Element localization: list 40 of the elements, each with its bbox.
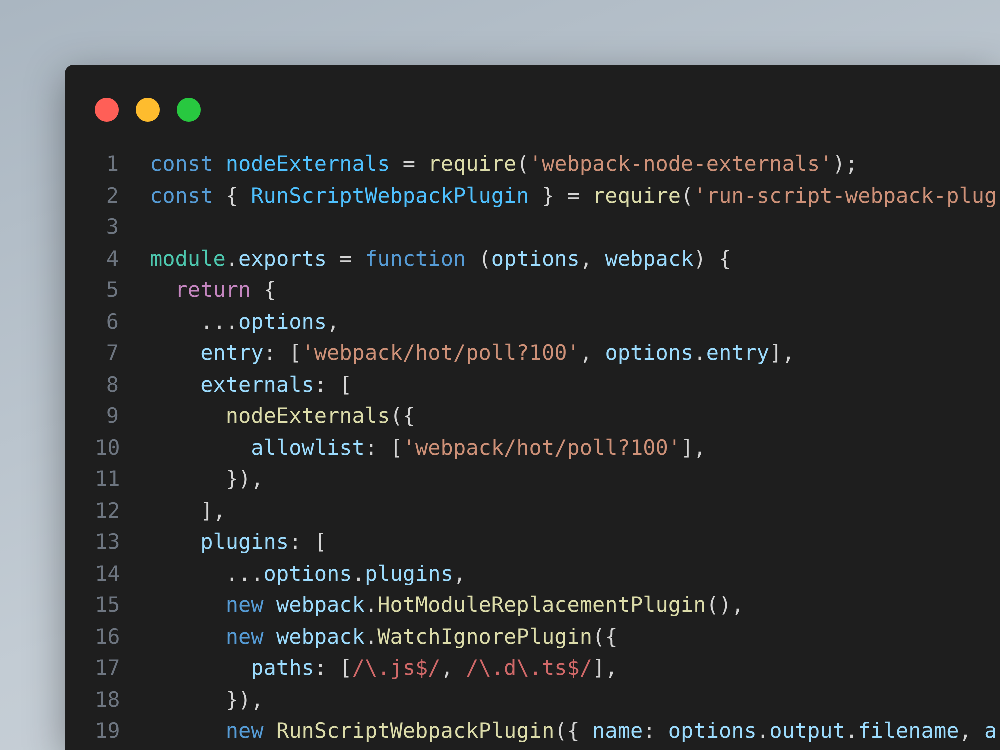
line-number: 17: [95, 655, 119, 682]
line-number: 3: [105, 214, 119, 241]
code-line: paths: [/\.js$/, /\.d\.ts$/],: [250, 655, 618, 682]
line-number: 1: [105, 151, 119, 178]
line-number: 11: [95, 466, 119, 493]
line-number: 5: [105, 277, 119, 304]
code-line: ...options.plugins,: [224, 560, 466, 588]
code-line: return {: [174, 277, 276, 304]
close-button[interactable]: [95, 98, 119, 122]
line-number: 9: [105, 403, 119, 430]
line-number: 19: [95, 718, 119, 745]
code-line: allowlist: ['webpack/hot/poll?100'],: [250, 434, 706, 462]
code-line: const nodeExternals = require('webpack-node-externals');: [150, 151, 858, 178]
line-number: 16: [95, 624, 119, 650]
line-number: 15: [95, 592, 119, 619]
code-line: externals: [: [200, 372, 352, 398]
line-number: 6: [105, 308, 119, 336]
line-number: 2: [105, 182, 119, 210]
code-line: new webpack.HotModuleReplacementPlugin(),: [224, 592, 744, 619]
code-line: ],: [200, 498, 226, 524]
line-number: 13: [95, 529, 119, 556]
line-number: 10: [95, 434, 119, 462]
line-number: 8: [105, 372, 119, 398]
code-line: nodeExternals({: [224, 403, 416, 430]
code-line: ...options,: [200, 308, 340, 336]
code-line: entry: ['webpack/hot/poll?100', options.entry],: [200, 340, 795, 367]
code-line: plugins: [: [200, 529, 328, 556]
line-number: 18: [95, 686, 119, 714]
line-number: 12: [95, 498, 119, 524]
code-line: new webpack.WatchIgnorePlugin({: [224, 624, 618, 650]
code-line: module.exports = function (options, webpack) {: [150, 246, 732, 272]
zoom-button[interactable]: [177, 98, 201, 122]
code-line: const { RunScriptWebpackPlugin } = require('run-script-webpack-plug: [150, 182, 998, 210]
line-number: 14: [95, 560, 119, 588]
code-line: }),: [224, 686, 264, 714]
line-number: 4: [105, 246, 119, 272]
code-line: }),: [224, 466, 264, 493]
code-line: new RunScriptWebpackPlugin({ name: options.output.filename, a: [224, 718, 998, 745]
minimize-button[interactable]: [136, 98, 160, 122]
line-number: 7: [105, 340, 119, 367]
